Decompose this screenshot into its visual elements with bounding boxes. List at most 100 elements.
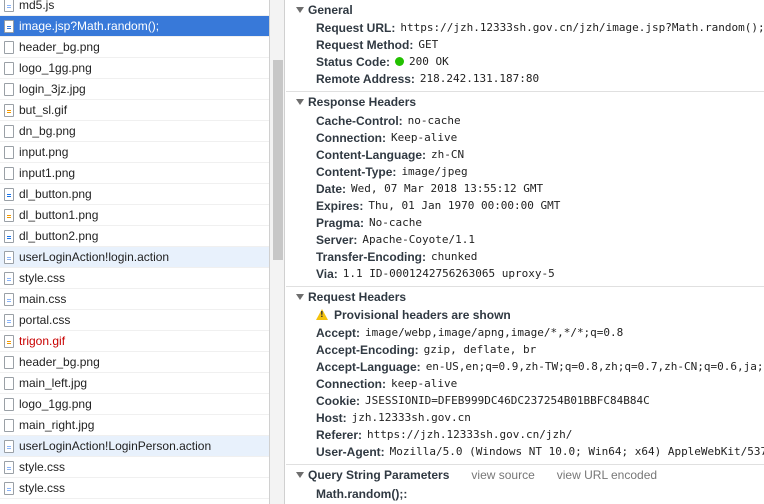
header-value: no-cache [407, 114, 461, 127]
header-row: Accept-Language: en-US,en;q=0.9,zh-TW;q=0… [316, 358, 764, 375]
request-list-item[interactable]: logo_1gg.png [0, 58, 269, 79]
request-name: header_bg.png [19, 40, 100, 54]
image-file-icon [4, 40, 14, 54]
request-list-item[interactable]: input.png [0, 142, 269, 163]
image-file-icon [4, 229, 14, 243]
request-name: header_bg.png [19, 355, 100, 369]
request-list-item[interactable]: main_right.jpg [0, 415, 269, 436]
header-value: Keep-alive [391, 131, 458, 144]
doc-icon [4, 481, 14, 495]
request-list-item[interactable]: userLoginAction!LoginPerson.action [0, 436, 269, 457]
collapse-triangle-icon[interactable] [296, 99, 304, 105]
header-value: Mozilla/5.0 (Windows NT 10.0; Win64; x64… [389, 445, 764, 458]
header-value: Wed, 07 Mar 2018 13:55:12 GMT [351, 182, 544, 195]
image-file-icon [4, 376, 14, 390]
header-row: Expires: Thu, 01 Jan 1970 00:00:00 GMT [316, 197, 560, 214]
header-key: Server: [316, 232, 358, 247]
request-name: image.jsp?Math.random(); [19, 19, 160, 33]
doc-icon [4, 19, 14, 33]
header-value: keep-alive [391, 377, 458, 390]
request-list: md5.js image.jsp?Math.random(); header_bg.… [0, 0, 270, 504]
response-headers-section-header[interactable]: Response Headers [296, 94, 416, 110]
header-value: jzh.12333sh.gov.cn [351, 411, 471, 424]
warning-icon [316, 309, 328, 320]
image-file-icon [4, 103, 14, 117]
request-list-item[interactable]: userLoginAction!login.action [0, 247, 269, 268]
request-list-item[interactable]: dl_button2.png [0, 226, 269, 247]
request-list-item[interactable]: md5.js [0, 0, 269, 16]
header-key: Via: [316, 266, 338, 281]
header-row: Server: Apache-Coyote/1.1 [316, 231, 475, 248]
request-list-item[interactable]: image.jsp?Math.random(); [0, 16, 269, 37]
request-name: userLoginAction!login.action [19, 250, 170, 264]
header-row: Content-Type: image/jpeg [316, 163, 468, 180]
header-row: Date: Wed, 07 Mar 2018 13:55:12 GMT [316, 180, 543, 197]
request-method-row: Request Method: GET [316, 37, 439, 52]
collapse-triangle-icon[interactable] [296, 7, 304, 13]
header-key: Pragma: [316, 215, 365, 230]
header-value: Thu, 01 Jan 1970 00:00:00 GMT [368, 199, 561, 212]
header-value: zh-CN [431, 148, 465, 161]
image-file-icon [4, 208, 14, 222]
header-row: Pragma: No-cache [316, 214, 422, 231]
header-row: Cache-Control: no-cache [316, 112, 461, 129]
image-file-icon [4, 61, 14, 75]
request-list-item[interactable]: trigon.gif [0, 331, 269, 352]
request-name: input.png [19, 145, 69, 159]
header-row: Connection: keep-alive [316, 375, 457, 392]
header-key: Cache-Control: [316, 113, 403, 128]
request-list-item[interactable]: logo_1gg.png [0, 394, 269, 415]
request-list-item[interactable]: dn_bg.png [0, 121, 269, 142]
collapse-triangle-icon[interactable] [296, 472, 304, 478]
request-list-item[interactable]: dl_button1.png [0, 205, 269, 226]
request-list-item[interactable]: but_sl.gif [0, 100, 269, 121]
header-value: 1.1 ID-0001242756263065 uproxy-5 [342, 267, 555, 280]
doc-icon [4, 292, 14, 306]
header-key: Transfer-Encoding: [316, 249, 427, 264]
request-list-item[interactable]: header_bg.png [0, 352, 269, 373]
scrollbar-thumb[interactable] [273, 60, 283, 260]
request-list-item[interactable]: input1.png [0, 163, 269, 184]
header-value: chunked [431, 250, 478, 263]
doc-icon [4, 271, 14, 285]
image-file-icon [4, 166, 14, 180]
image-file-icon [4, 145, 14, 159]
request-list-item[interactable]: dl_button.png [0, 184, 269, 205]
request-name: style.css [19, 460, 66, 474]
header-row: Content-Language: zh-CN [316, 146, 464, 163]
request-name: logo_1gg.png [19, 397, 92, 411]
header-key: Expires: [316, 198, 364, 213]
request-name: main_left.jpg [19, 376, 88, 390]
request-list-item[interactable]: style.css [0, 457, 269, 478]
headers-panel: General Request URL: https://jzh.12333sh… [286, 0, 764, 504]
header-value: gzip, deflate, br [423, 343, 537, 356]
request-list-item[interactable]: main_left.jpg [0, 373, 269, 394]
request-list-item[interactable]: login_3jz.jpg [0, 79, 269, 100]
request-list-item[interactable]: header_bg.png [0, 37, 269, 58]
collapse-triangle-icon[interactable] [296, 294, 304, 300]
request-list-item[interactable]: main.css [0, 289, 269, 310]
header-row: Via: 1.1 ID-0001242756263065 uproxy-5 [316, 265, 555, 282]
request-list-item[interactable]: style.css [0, 478, 269, 499]
request-name: style.css [19, 481, 66, 495]
general-section-header[interactable]: General [296, 2, 353, 18]
header-key: Connection: [316, 376, 386, 391]
query-string-section-header[interactable]: Query String Parameters view source view… [296, 467, 657, 483]
request-name: userLoginAction!LoginPerson.action [19, 439, 212, 453]
header-value: en-US,en;q=0.9,zh-TW;q=0.8,zh;q=0.7,zh-C… [425, 360, 764, 373]
header-key: Referer: [316, 427, 363, 442]
doc-icon [4, 250, 14, 264]
request-headers-section-header[interactable]: Request Headers [296, 289, 406, 305]
view-source-link[interactable]: view source [471, 468, 534, 482]
header-row: Accept-Encoding: gzip, deflate, br [316, 341, 536, 358]
request-name: main_right.jpg [19, 418, 95, 432]
request-list-item[interactable]: style.css [0, 268, 269, 289]
header-row: Cookie: JSESSIONID=DFEB999DC46DC237254B01… [316, 392, 650, 409]
view-url-encoded-link[interactable]: view URL encoded [557, 468, 657, 482]
request-name: input1.png [19, 166, 76, 180]
image-file-icon [4, 334, 14, 348]
request-list-item[interactable]: portal.css [0, 310, 269, 331]
image-file-icon [4, 124, 14, 138]
request-name: logo_1gg.png [19, 61, 92, 75]
doc-icon [4, 460, 14, 474]
